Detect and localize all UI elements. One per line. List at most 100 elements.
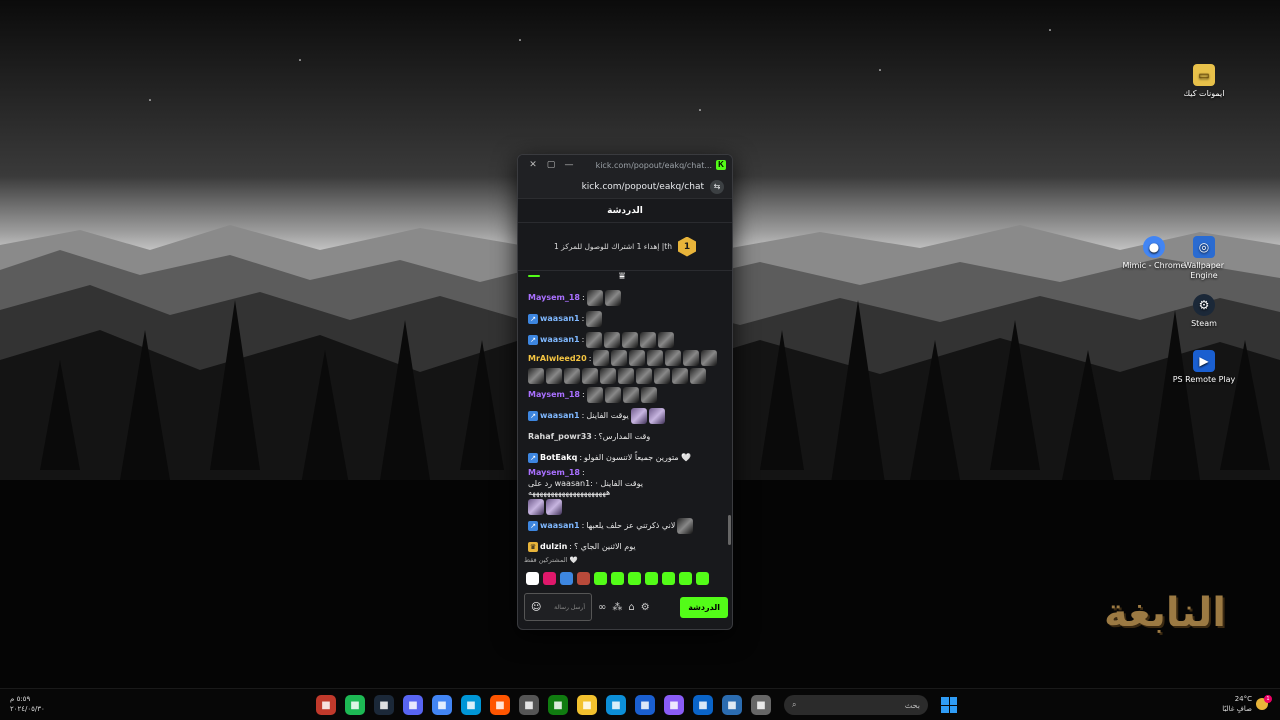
chat-username[interactable]: waasan1 [540, 521, 580, 530]
chat-emote[interactable] [640, 386, 657, 403]
taskbar-search[interactable]: ⌕ بحث [784, 695, 928, 715]
emote-shortcut[interactable] [645, 571, 658, 585]
emote-shortcut[interactable] [696, 571, 709, 585]
maximize-icon[interactable]: ▢ [542, 160, 560, 170]
weather-widget[interactable]: 24°C صافٍ غالبًا 1 [1222, 694, 1272, 714]
chat-emote[interactable] [564, 368, 580, 384]
hp-icon[interactable]: ■ [461, 695, 481, 715]
chat-emote[interactable] [582, 368, 598, 384]
chat-username[interactable]: waasan1 [540, 314, 580, 323]
gear-icon[interactable]: ⚙ [641, 602, 650, 613]
screen-recorder-icon[interactable]: ■ [316, 695, 336, 715]
send-chat-button[interactable]: الدردشة [680, 596, 728, 618]
chat-username[interactable]: Maysem_18 [528, 293, 580, 302]
chat-emote[interactable] [618, 368, 634, 384]
file-explorer-icon[interactable]: ■ [577, 695, 597, 715]
chat-username[interactable]: Rahaf_powr33 [528, 432, 592, 441]
chat-emote[interactable] [586, 310, 603, 327]
microsoft-store-icon[interactable]: ■ [722, 695, 742, 715]
chat-emote[interactable] [600, 368, 616, 384]
close-icon[interactable]: ✕ [524, 160, 542, 170]
chat-message[interactable]: ↗ waasan1: [528, 308, 722, 329]
store-icon[interactable]: ⌂ [628, 602, 634, 613]
chat-input[interactable]: ☺ أرسل رسالة [524, 593, 592, 621]
emote-shortcut[interactable] [662, 571, 675, 585]
chat-emote[interactable] [636, 368, 652, 384]
chat-emote[interactable] [647, 350, 664, 366]
chat-message[interactable]: ♛ dulzin: يوم الاثنين الجاي ؟ [528, 536, 722, 553]
chat-message[interactable]: Maysem_18: رد على waasan1: يوقت الفاينل ·… [528, 468, 722, 515]
chat-emote[interactable] [528, 499, 544, 515]
site-settings-icon[interactable]: ⇆ [710, 179, 724, 194]
chat-message[interactable]: Maysem_18: [528, 287, 722, 308]
chat-emote[interactable] [593, 350, 610, 366]
chat-emote[interactable] [586, 331, 603, 348]
chat-emote[interactable] [528, 368, 544, 384]
chat-emote[interactable] [586, 386, 603, 403]
emote-shortcut[interactable] [577, 571, 590, 585]
chat-message[interactable]: Rahaf_powr33: وقت المدارس؟ [528, 426, 722, 447]
emoji-icon[interactable]: ☺ [531, 602, 541, 613]
sub-goal-banner[interactable]: إهداء 1 اشتراك للوصول للمركز 1 |th 1 [518, 223, 732, 271]
chat-emote[interactable] [604, 331, 621, 348]
emote-shortcut[interactable] [611, 571, 624, 585]
emote-shortcut[interactable] [628, 571, 641, 585]
steam-icon[interactable]: ■ [374, 695, 394, 715]
chat-emote[interactable] [654, 368, 670, 384]
minimize-icon[interactable]: — [560, 160, 578, 170]
emote-shortcut[interactable] [560, 571, 573, 585]
chat-message[interactable]: ↗ BotEakq: متورين جميعاً لاتنسون الفولو 🤍 [528, 447, 722, 468]
chat-message[interactable]: Maysem_18: [528, 384, 722, 405]
emote-shortcut[interactable] [543, 571, 556, 585]
desktop-icon-folder[interactable]: ▭ ايمونات كيك [1172, 64, 1236, 99]
ps-remote-play-icon[interactable]: ■ [635, 695, 655, 715]
chat-emote[interactable] [630, 407, 647, 424]
chat-emote[interactable] [546, 499, 562, 515]
clock[interactable]: ٥:٥٩ م ٢٠٢٤/٠٥/٣٠ [10, 694, 45, 714]
chat-emote[interactable] [665, 350, 682, 366]
scrollbar[interactable] [728, 515, 731, 545]
outlook-icon[interactable]: ■ [693, 695, 713, 715]
infinity-icon[interactable]: ∞ [598, 602, 606, 613]
chat-emote[interactable] [658, 331, 675, 348]
chat-emote[interactable] [690, 368, 706, 384]
chat-username[interactable]: Maysem_18 [528, 468, 580, 477]
chat-emote[interactable] [629, 350, 646, 366]
emote-shortcut[interactable] [679, 571, 692, 585]
chat-emote[interactable] [701, 350, 718, 366]
chat-emote[interactable] [648, 407, 665, 424]
chat-message[interactable]: ↗ waasan1: لاني ذكرتني عز حلف يلعبها [528, 515, 722, 536]
chat-emote[interactable] [586, 289, 603, 306]
chat-emote[interactable] [640, 331, 657, 348]
share-icon[interactable]: ⁂ [612, 602, 622, 613]
chrome-icon[interactable]: ■ [432, 695, 452, 715]
chat-emote[interactable] [604, 386, 621, 403]
discord-icon[interactable]: ■ [403, 695, 423, 715]
chat-emote[interactable] [672, 368, 688, 384]
chat-emote[interactable] [683, 350, 700, 366]
chat-emote[interactable] [604, 289, 621, 306]
windows-start-icon[interactable] [941, 697, 957, 713]
emote-shortcut[interactable] [526, 571, 539, 585]
desktop-icon-wallpaper-engine[interactable]: ◎ Wallpaper Engine [1172, 236, 1236, 281]
chat-username[interactable]: waasan1 [540, 411, 580, 420]
chat-emote[interactable] [622, 331, 639, 348]
edge-icon[interactable]: ■ [606, 695, 626, 715]
chat-username[interactable]: MrAlwleed20 [528, 354, 587, 363]
chat-emote[interactable] [622, 386, 639, 403]
address-bar[interactable]: kick.com/popout/eakq/chat ⇆ [518, 175, 732, 199]
chat-emote[interactable] [677, 517, 694, 534]
desktop-icon-ps-remote-play[interactable]: ▶ PS Remote Play [1172, 350, 1236, 385]
chat-message[interactable]: ↗ waasan1: يوقت الفاينل [528, 405, 722, 426]
soundcloud-icon[interactable]: ■ [490, 695, 510, 715]
task-view-icon[interactable]: ■ [751, 695, 771, 715]
chat-message[interactable]: ↗ waasan1: [528, 329, 722, 350]
copilot-icon[interactable]: ■ [664, 695, 684, 715]
chat-username[interactable]: BotEakq [540, 453, 577, 462]
spotify-icon[interactable]: ■ [345, 695, 365, 715]
settings-icon[interactable]: ■ [519, 695, 539, 715]
xbox-app-icon[interactable]: ■ [548, 695, 568, 715]
chat-messages[interactable]: Maysem_18: ↗ waasan1: ↗ waasan1: MrAlwleed20:… [518, 287, 732, 553]
chat-username[interactable]: dulzin [540, 542, 567, 551]
chat-username[interactable]: waasan1 [540, 335, 580, 344]
